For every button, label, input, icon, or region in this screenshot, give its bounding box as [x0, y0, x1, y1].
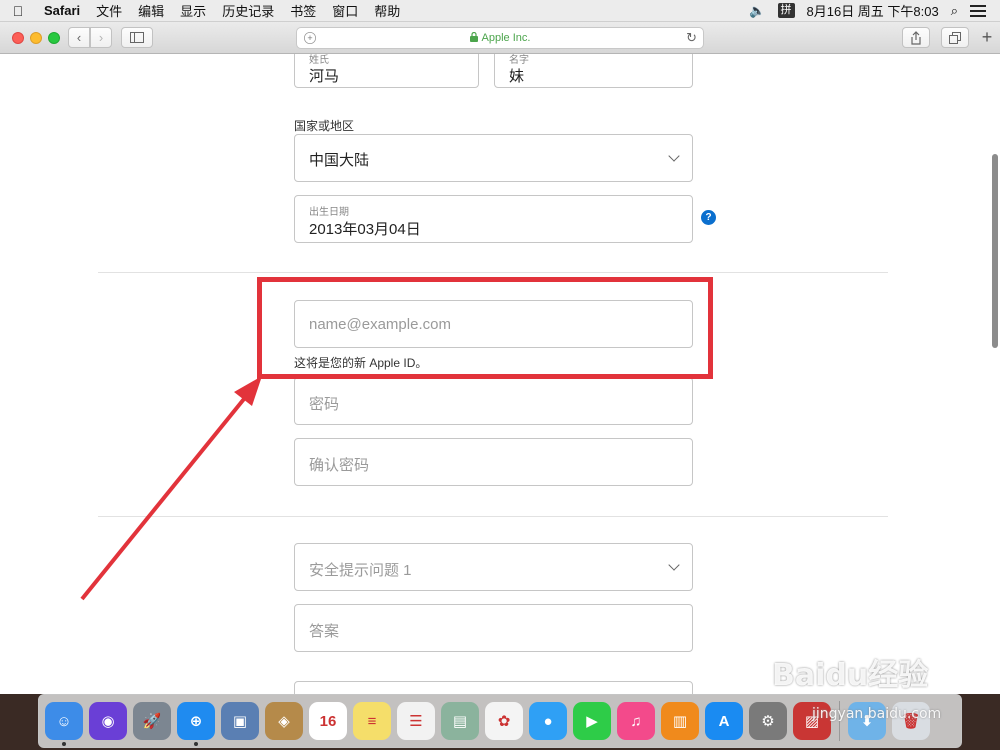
menu-window[interactable]: 窗口	[324, 1, 366, 20]
chevron-right-icon: ›	[98, 30, 104, 45]
menu-file[interactable]: 文件	[88, 1, 130, 20]
baidu-watermark: Baidu经验 jingyan.baidu.com	[772, 650, 1000, 722]
reminders-icon[interactable]: ☰	[397, 702, 435, 740]
menu-history[interactable]: 历史记录	[214, 1, 282, 20]
launchpad-icon[interactable]: 🚀	[133, 702, 171, 740]
new-tab-button[interactable]: +	[976, 27, 998, 48]
first-name-value: 妹	[509, 68, 525, 85]
menu-edit[interactable]: 编辑	[130, 1, 172, 20]
spotlight-search-icon[interactable]: ⌕	[951, 3, 958, 19]
chevron-down-icon	[668, 150, 680, 162]
notification-center-icon[interactable]	[970, 4, 986, 17]
show-tabs-button[interactable]	[941, 27, 969, 48]
siri-icon[interactable]: ◉	[89, 702, 127, 740]
first-name-field[interactable]: 名字 妹	[494, 54, 693, 88]
country-value: 中国大陆	[309, 152, 370, 169]
itunes-icon[interactable]: ♫	[617, 702, 655, 740]
system-preferences-icon[interactable]: ⚙	[749, 702, 787, 740]
calendar-icon[interactable]: 16	[309, 702, 347, 740]
minimize-window-button[interactable]	[30, 32, 42, 44]
answer-placeholder: 答案	[309, 623, 340, 640]
address-text: Apple Inc.	[481, 32, 531, 44]
lock-icon	[469, 31, 478, 45]
reload-icon[interactable]: ↻	[686, 30, 697, 46]
input-method-icon[interactable]: 拼	[777, 3, 795, 18]
vertical-scrollbar[interactable]	[992, 154, 998, 348]
confirm-password-field[interactable]: 确认密码	[294, 438, 693, 486]
menu-help[interactable]: 帮助	[366, 1, 408, 20]
apple-menu-icon[interactable]: 	[0, 3, 36, 19]
chevron-left-icon: ‹	[76, 30, 82, 45]
menu-app-name[interactable]: Safari	[36, 3, 88, 18]
annotation-highlight-box	[257, 277, 713, 379]
share-icon	[911, 30, 921, 45]
answer-field[interactable]: 答案	[294, 604, 693, 652]
menu-bar:  Safari 文件 编辑 显示 历史记录 书签 窗口 帮助 🔈 拼 8月16…	[0, 0, 1000, 22]
browser-toolbar: ‹ › + Apple Inc. ↻ +	[0, 22, 1000, 54]
last-name-value: 河马	[309, 68, 340, 85]
finder-icon[interactable]: ☺	[45, 702, 83, 746]
password-placeholder: 密码	[309, 396, 340, 413]
country-section-label: 国家或地区	[294, 119, 355, 133]
section-divider	[98, 516, 888, 517]
watermark-brand: Baidu经验	[772, 658, 929, 693]
browser-window: ‹ › + Apple Inc. ↻ + 姓氏 河马 名字 妹 国家或地区 中国…	[0, 22, 1000, 694]
password-field[interactable]: 密码	[294, 377, 693, 425]
sidebar-icon	[130, 32, 144, 43]
sidebar-toggle-button[interactable]	[121, 27, 153, 48]
add-bookmark-icon[interactable]: +	[304, 32, 316, 44]
country-select[interactable]: 中国大陆	[294, 134, 693, 182]
status-area: 🔈 拼 8月16日 周五 下午8:03 ⌕	[737, 0, 1000, 22]
last-name-field[interactable]: 姓氏 河马	[294, 54, 479, 88]
birthday-value: 2013年03月04日	[309, 221, 421, 238]
security-question-placeholder: 安全提示问题 1	[309, 562, 412, 579]
app-store-icon[interactable]: A	[705, 702, 743, 740]
birthday-field[interactable]: 出生日期 2013年03月04日	[294, 195, 693, 243]
menu-view[interactable]: 显示	[172, 1, 214, 20]
safari-icon[interactable]: ⊕	[177, 702, 215, 746]
tabs-icon	[949, 31, 961, 44]
facetime-icon[interactable]: ▶	[573, 702, 611, 740]
photo-booth-icon[interactable]: ▤	[441, 702, 479, 740]
preview-icon[interactable]: ▣	[221, 702, 259, 740]
notes-icon[interactable]: ≡	[353, 702, 391, 740]
menu-clock[interactable]: 8月16日 周五 下午8:03	[807, 1, 939, 20]
menu-bookmarks[interactable]: 书签	[282, 1, 324, 20]
volume-icon[interactable]: 🔈	[749, 3, 765, 19]
maximize-window-button[interactable]	[48, 32, 60, 44]
section-divider	[98, 272, 888, 273]
address-bar[interactable]: + Apple Inc. ↻	[296, 27, 704, 49]
next-field-partial[interactable]	[294, 681, 693, 694]
ibooks-icon[interactable]: ▥	[661, 702, 699, 740]
close-window-button[interactable]	[12, 32, 24, 44]
back-button[interactable]: ‹	[68, 27, 90, 48]
chevron-down-icon	[668, 559, 680, 571]
share-button[interactable]	[902, 27, 930, 48]
messages-icon[interactable]: ●	[529, 702, 567, 740]
forward-button[interactable]: ›	[90, 27, 112, 48]
photos-icon[interactable]: ✿	[485, 702, 523, 740]
confirm-password-placeholder: 确认密码	[309, 457, 370, 474]
contacts-icon[interactable]: ◈	[265, 702, 303, 740]
watermark-url: jingyan.baidu.com	[812, 706, 942, 722]
page-content: 姓氏 河马 名字 妹 国家或地区 中国大陆 出生日期 2013年03月04日 ?…	[0, 54, 1000, 694]
birthday-help-icon[interactable]: ?	[701, 210, 716, 225]
security-question-select[interactable]: 安全提示问题 1	[294, 543, 693, 591]
desktop-background: ☺ ◉ 🚀 ⊕ ▣ ◈ 16 ≡ ☰ ▤ ✿ ● ▶ ♫ ▥ A ⚙ ▨ ⬇ 🗑	[0, 694, 1000, 750]
birthday-label: 出生日期	[309, 207, 349, 218]
